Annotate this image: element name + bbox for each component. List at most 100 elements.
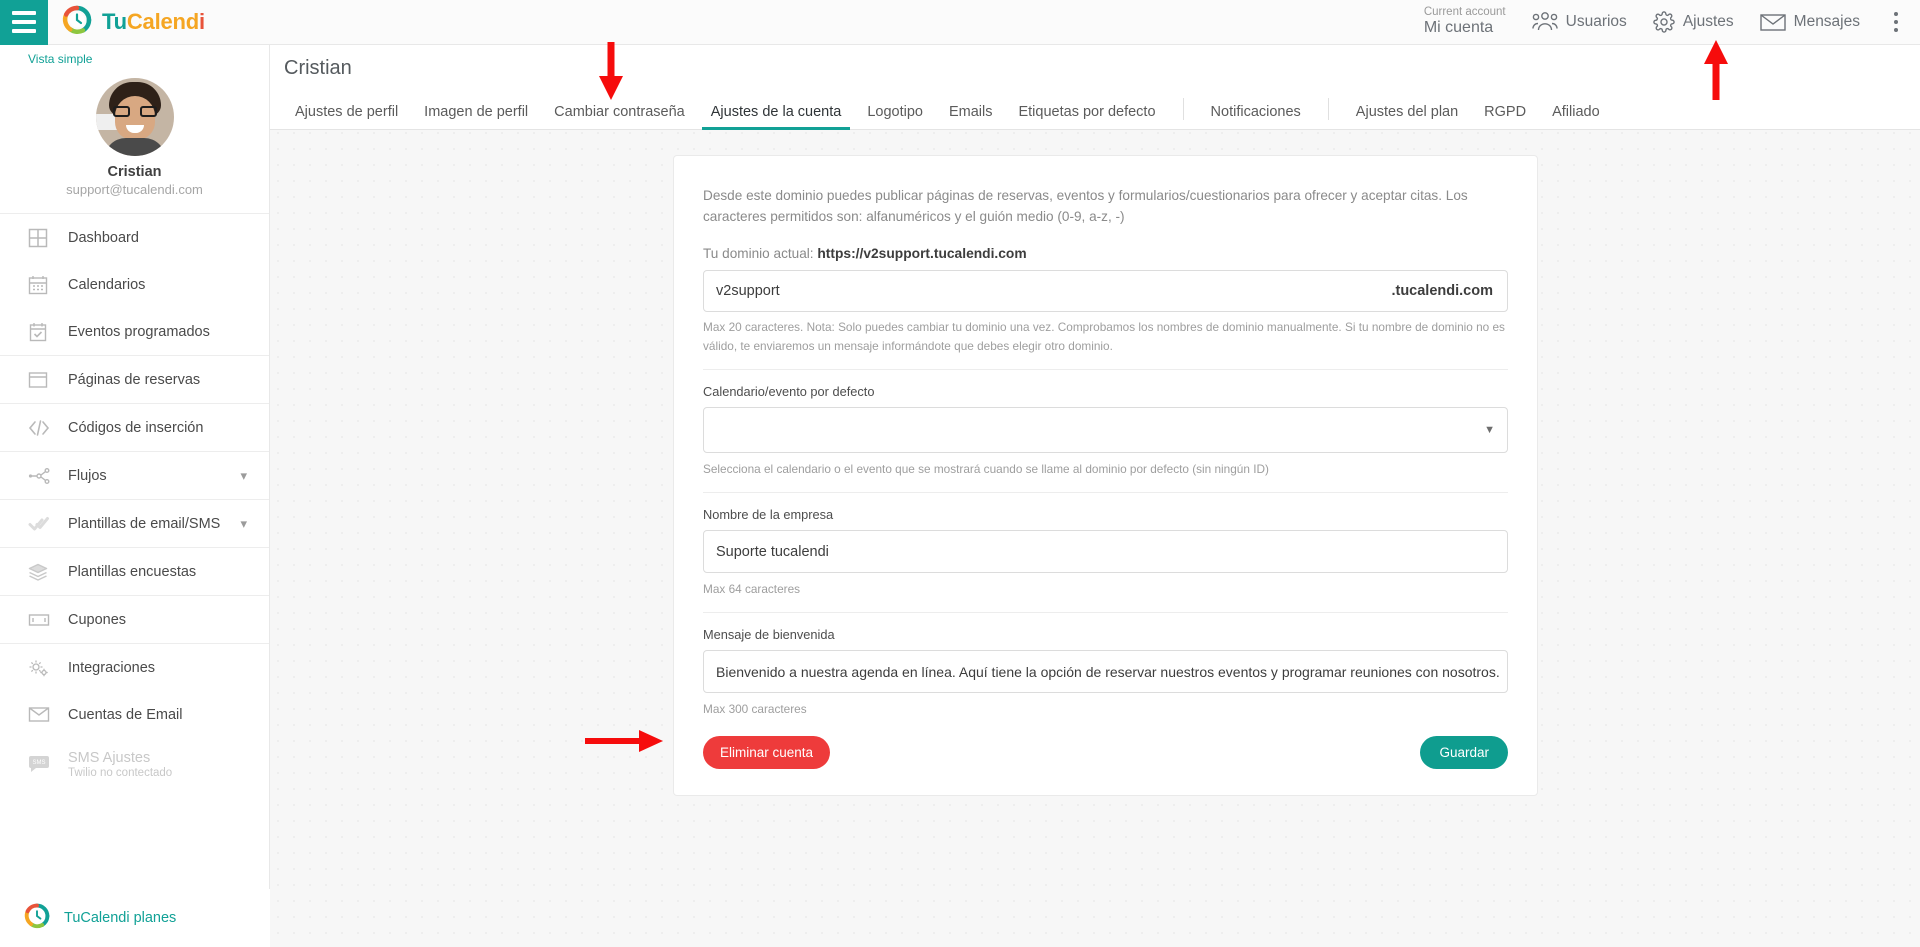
sidebar-item-label: Plantillas de email/SMS — [68, 515, 221, 532]
sidebar-group-8: Integraciones Cuentas de Email SMS SMS A… — [0, 644, 269, 790]
tab-ajustes-de-perfil[interactable]: Ajustes de perfil — [282, 104, 411, 130]
dashboard-grid-icon — [28, 228, 68, 248]
sidebar-item-cupones[interactable]: Cupones — [0, 596, 269, 643]
section-divider — [703, 492, 1508, 494]
current-account-label: Current account — [1423, 6, 1506, 19]
sidebar-group-2: Páginas de reservas — [0, 356, 269, 404]
calendar-check-icon — [28, 322, 68, 342]
welcome-message-input[interactable] — [716, 663, 1507, 680]
tab-notificaciones[interactable]: Notificaciones — [1198, 104, 1314, 130]
save-button[interactable]: Guardar — [1420, 735, 1508, 769]
calendar-icon — [28, 275, 68, 295]
sidebar-item-label: Dashboard — [68, 229, 139, 246]
kebab-menu-icon[interactable] — [1886, 8, 1906, 36]
sidebar-item-label: Cupones — [68, 611, 127, 628]
domain-suffix-label: .tucalendi.com — [1391, 283, 1493, 300]
users-icon — [1531, 12, 1558, 32]
tab-ajustes-de-la-cuenta[interactable]: Ajustes de la cuenta — [698, 104, 855, 130]
domain-input[interactable] — [716, 283, 1392, 300]
sidebar-item-label: Códigos de inserción — [68, 419, 204, 436]
default-calendar-select[interactable]: ▼ — [703, 406, 1508, 453]
sidebar-item-plantillas-de-email-sms[interactable]: Plantillas de email/SMS ▾ — [0, 500, 269, 547]
tucalendi-logo-icon — [62, 5, 92, 40]
hamburger-menu-icon[interactable] — [0, 0, 48, 45]
kebab-dot — [1894, 11, 1898, 16]
chevron-down-icon[interactable]: ▾ — [240, 468, 269, 484]
hamburger-bar — [12, 11, 36, 15]
tucalendi-logo-icon — [24, 903, 50, 933]
domain-hint: Max 20 caracteres. Nota: Solo puedes cam… — [703, 320, 1505, 353]
sidebar-item-label: Eventos programados — [68, 323, 210, 340]
ticket-icon — [28, 612, 68, 628]
company-name-input[interactable] — [716, 543, 1507, 560]
avatar[interactable] — [95, 78, 174, 156]
page-title: Cristian — [284, 57, 352, 79]
section-divider — [703, 612, 1508, 614]
company-name-hint: Max 64 caracteres — [703, 582, 801, 597]
sidebar-item-label: Cuentas de Email — [68, 706, 183, 723]
brand-logo[interactable]: TuCalendi — [62, 5, 205, 40]
sidebar-item-label: Integraciones — [68, 659, 156, 676]
sidebar-profile: Cristian support@tucalendi.com — [0, 66, 269, 214]
company-name-field[interactable] — [703, 530, 1508, 574]
nav-usuarios[interactable]: Usuarios — [1531, 12, 1627, 32]
tab-etiquetas-por-defecto[interactable]: Etiquetas por defecto — [1005, 104, 1168, 130]
sidebar-group-6: Plantillas encuestas — [0, 548, 269, 596]
welcome-message-field[interactable] — [703, 650, 1508, 694]
section-divider — [703, 368, 1508, 370]
brand-text-i: i — [199, 9, 205, 34]
sidebar-item-cuentas-de-email[interactable]: Cuentas de Email — [0, 691, 269, 738]
tab-cambiar-contrasena[interactable]: Cambiar contraseña — [541, 104, 698, 130]
tab-afiliado[interactable]: Afiliado — [1539, 104, 1613, 130]
gear-icon — [1653, 11, 1675, 33]
profile-name: Cristian — [107, 164, 162, 180]
current-domain-prefix: Tu dominio actual: — [703, 246, 814, 262]
brand-text-calend: Calend — [126, 9, 200, 34]
current-domain-line: Tu dominio actual: https://v2support.tuc… — [703, 246, 1508, 261]
sidebar-item-integraciones[interactable]: Integraciones — [0, 644, 269, 691]
flow-nodes-icon — [28, 467, 68, 485]
view-mode-label[interactable]: Vista simple — [0, 45, 269, 66]
tab-emails[interactable]: Emails — [936, 104, 1006, 130]
current-account[interactable]: Current account Mi cuenta — [1424, 6, 1506, 38]
chevron-down-icon[interactable]: ▾ — [240, 516, 269, 532]
sms-bubble-icon: SMS — [28, 754, 68, 774]
tab-imagen-de-perfil[interactable]: Imagen de perfil — [411, 104, 541, 130]
nav-ajustes[interactable]: Ajustes — [1653, 11, 1734, 33]
profile-email: support@tucalendi.com — [66, 182, 203, 197]
sidebar-item-label: Páginas de reservas — [68, 371, 201, 388]
sidebar-item-calendarios[interactable]: Calendarios — [0, 261, 269, 308]
sidebar-item-label: Calendarios — [68, 276, 146, 293]
kebab-dot — [1894, 19, 1898, 24]
nav-mensajes[interactable]: Mensajes — [1759, 12, 1860, 32]
sidebar-item-codigos-de-insercion[interactable]: Códigos de inserción — [0, 404, 269, 451]
sidebar-item-flujos[interactable]: Flujos ▾ — [0, 452, 269, 499]
svg-text:SMS: SMS — [32, 760, 45, 766]
sidebar-item-dashboard[interactable]: Dashboard — [0, 214, 269, 261]
sidebar-item-label: Plantillas encuestas — [68, 563, 197, 580]
tab-ajustes-del-plan[interactable]: Ajustes del plan — [1343, 104, 1471, 130]
nav-mensajes-label: Mensajes — [1793, 12, 1860, 30]
double-check-icon — [28, 515, 68, 533]
sidebar-item-label-wrap: SMS Ajustes Twilio no contectado — [68, 750, 269, 779]
sidebar-item-eventos-programados[interactable]: Eventos programados — [0, 308, 269, 355]
top-bar-right: Current account Mi cuenta Usuarios Ajust… — [1424, 6, 1920, 38]
domain-input-row[interactable]: .tucalendi.com — [703, 270, 1508, 313]
sidebar-item-label: Flujos — [68, 467, 107, 484]
tab-logotipo[interactable]: Logotipo — [854, 104, 936, 130]
sidebar-group-7: Cupones — [0, 596, 269, 644]
sidebar-item-plantillas-encuestas[interactable]: Plantillas encuestas — [0, 548, 269, 595]
tucalendi-planes-label: TuCalendi planes — [64, 910, 177, 926]
account-settings-card: Desde este dominio puedes publicar págin… — [673, 155, 1538, 796]
sidebar-item-sms-ajustes[interactable]: SMS SMS Ajustes Twilio no contectado — [0, 738, 269, 790]
delete-account-button[interactable]: Eliminar cuenta — [703, 735, 831, 769]
chevron-down-icon[interactable]: ▼ — [1484, 424, 1495, 436]
nav-usuarios-label: Usuarios — [1565, 12, 1627, 30]
tucalendi-planes-link[interactable]: TuCalendi planes — [0, 889, 270, 947]
tab-rgpd[interactable]: RGPD — [1471, 104, 1539, 130]
hamburger-bar — [12, 20, 36, 24]
sidebar-group-3: Códigos de inserción — [0, 404, 269, 452]
sidebar-group-5: Plantillas de email/SMS ▾ — [0, 500, 269, 548]
window-icon — [28, 371, 68, 389]
sidebar-item-paginas-de-reservas[interactable]: Páginas de reservas — [0, 356, 269, 403]
